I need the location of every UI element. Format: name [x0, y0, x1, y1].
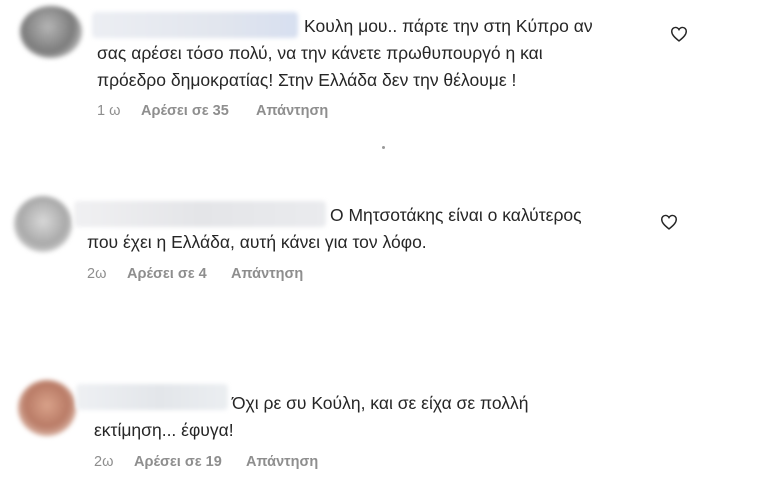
comment-time: 2ω: [94, 454, 114, 470]
username-blurred[interactable]: [76, 384, 228, 410]
comment-text-line: Όχι ρε συ Κούλη, και σε είχα σε πολλή: [232, 393, 529, 413]
reply-button[interactable]: Απάντηση: [246, 454, 318, 470]
likes-count[interactable]: Αρέσει σε 19: [134, 454, 222, 470]
comment-text-line: εκτίμηση... έφυγα!: [94, 420, 234, 440]
avatar[interactable]: [18, 380, 76, 436]
comment: Όχι ρε συ Κούλη, και σε είχα σε πολλή εκ…: [0, 0, 780, 480]
